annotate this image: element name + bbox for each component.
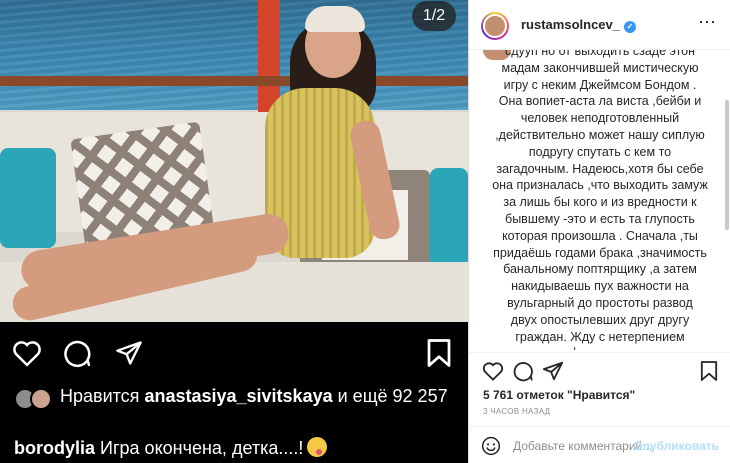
publish-button[interactable]: Опубликовать bbox=[633, 439, 719, 453]
caption-area[interactable]: сдууп но от выходить сзаде этон мадам зак… bbox=[469, 50, 730, 350]
caption-line: за лишь бы кого и из вредности к bbox=[503, 195, 697, 210]
paper-plane-icon[interactable] bbox=[112, 336, 146, 370]
post-timestamp[interactable]: 3 ЧАСОВ НАЗАД bbox=[483, 407, 550, 416]
caption-line: граждан. Жду с нетерпением bbox=[515, 329, 685, 344]
caption-username[interactable]: borodylia bbox=[14, 438, 95, 458]
head-scarf bbox=[305, 6, 365, 32]
caption-line: двух опостылевших друг другу bbox=[510, 312, 690, 327]
author-username[interactable]: rustamsolncev_ ✓ bbox=[521, 17, 636, 33]
likes-prefix: Нравится bbox=[60, 386, 140, 406]
caption-line: она призналась ,что выходить замуж bbox=[492, 178, 708, 193]
smiley-icon[interactable] bbox=[481, 436, 501, 456]
caption-line: сдууп но от выходить сзаде этон bbox=[504, 50, 696, 58]
scrollbar[interactable] bbox=[725, 100, 729, 230]
mobile-caption: borodylia Игра окончена, детка....! bbox=[14, 436, 328, 460]
caption-line: очередную фотосессию «я тону в bbox=[479, 345, 721, 350]
caption-line: мадам закончившей мистическую bbox=[501, 60, 699, 75]
likes-count[interactable]: 5 761 отметок "Нравится" bbox=[483, 388, 635, 402]
image-pager: 1/2 bbox=[412, 1, 456, 31]
mobile-post-screenshot: 1/2 Нравится anastasiya_sivitskaya и ещё… bbox=[0, 0, 468, 463]
avatar bbox=[30, 388, 52, 410]
more-options-icon[interactable]: ⋯ bbox=[698, 12, 717, 33]
bookmark-icon[interactable] bbox=[697, 359, 721, 383]
action-bar bbox=[469, 352, 730, 388]
caption-line: бывшему -это и есть та глупость bbox=[505, 211, 695, 226]
caption-text: Игра окончена, детка....! bbox=[100, 438, 304, 458]
caption-line: накидываешь пух важности на bbox=[511, 279, 689, 294]
caption-line: Она вопиет-аста ла виста ,бейби и bbox=[498, 94, 702, 109]
caption-line: игру с неким Джеймсом Бондом . bbox=[503, 77, 697, 92]
comment-icon[interactable] bbox=[511, 359, 535, 383]
liker-username[interactable]: anastasiya_sivitskaya bbox=[144, 386, 332, 406]
verified-badge-icon: ✓ bbox=[624, 21, 636, 33]
mobile-action-bar bbox=[0, 336, 468, 372]
comment-box: Добавьте комментарий... Опубликовать bbox=[469, 426, 730, 463]
caption-text: сдууп но от выходить сзаде этон мадам зак… bbox=[479, 50, 721, 350]
caption-line: подругу спутать с кем то bbox=[528, 144, 672, 159]
likes-text: Нравится anastasiya_sivitskaya и ещё 92 … bbox=[60, 386, 460, 407]
liker-avatars bbox=[14, 388, 54, 410]
username-text[interactable]: rustamsolncev_ bbox=[521, 17, 620, 32]
teal-cushion-left bbox=[0, 148, 56, 248]
likes-count[interactable]: 92 257 bbox=[393, 386, 448, 406]
comment-icon[interactable] bbox=[60, 336, 94, 370]
post-side-panel: rustamsolncev_ ✓ ⋯ сдууп но от выходить с… bbox=[468, 0, 730, 463]
paper-plane-icon[interactable] bbox=[541, 359, 565, 383]
caption-line: ,действительно может нашу сиплую bbox=[495, 127, 705, 142]
bookmark-icon[interactable] bbox=[422, 336, 456, 370]
heart-icon[interactable] bbox=[481, 359, 505, 383]
caption-line: человек неподготовленный bbox=[520, 111, 680, 126]
comment-input[interactable]: Добавьте комментарий... bbox=[513, 439, 652, 453]
post-header: rustamsolncev_ ✓ ⋯ bbox=[469, 0, 730, 50]
avatar[interactable] bbox=[481, 12, 509, 40]
sea-background bbox=[0, 0, 468, 110]
likes-suffix: и ещё bbox=[337, 386, 388, 406]
caption-line: загадочным. Надеюсь,хотя бы себе bbox=[496, 161, 704, 176]
caption-line: которая произошла . Сначала ,ты bbox=[502, 228, 698, 243]
caption-line: банальному поптярщику ,а затем bbox=[503, 262, 697, 277]
drooling-face-emoji bbox=[307, 437, 328, 457]
caption-line: придаёшь годами брака ,значимость bbox=[493, 245, 707, 260]
boat-rail bbox=[0, 76, 468, 86]
heart-icon[interactable] bbox=[10, 336, 44, 370]
caption-line: вульгарный до простоты развод bbox=[507, 295, 693, 310]
post-photo[interactable]: 1/2 bbox=[0, 0, 468, 322]
teal-cushion-right bbox=[430, 168, 468, 268]
